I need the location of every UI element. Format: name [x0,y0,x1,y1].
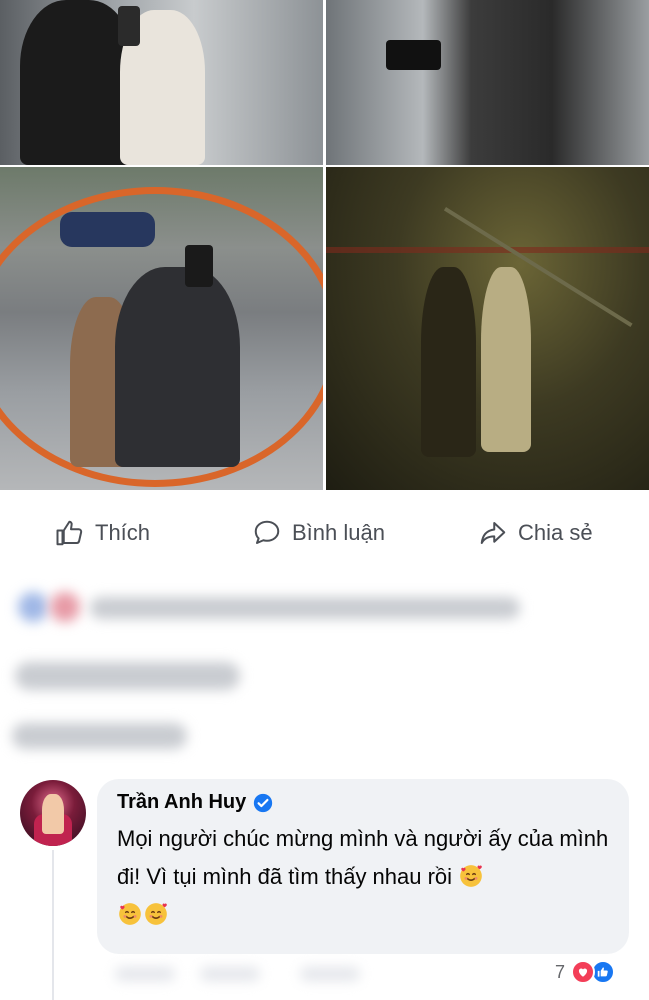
comment-bubble: Trần Anh Huy Mọi người chúc mừng mình và… [97,779,629,954]
verified-badge-icon [254,793,273,812]
bag-shape [386,40,441,70]
person-figure [481,267,531,452]
photo-3[interactable] [0,167,323,490]
person-figure [421,267,476,457]
wall-stripe [326,247,649,253]
blurred-comment [90,597,520,619]
avatar[interactable] [20,780,86,846]
comment-label: Bình luận [292,520,385,545]
blurred-action-link [115,967,175,981]
comment-button[interactable]: Bình luận [252,518,385,548]
comment-header: Trần Anh Huy [117,791,609,814]
blurred-comment [12,723,187,749]
blurred-comment [15,662,240,690]
photo-2[interactable] [326,0,649,165]
blurred-avatar [18,592,48,622]
comment-body: Mọi người chúc mừng mình và người ấy của… [117,826,609,889]
comment-author[interactable]: Trần Anh Huy [117,791,246,814]
thumbs-up-icon [56,520,83,546]
reaction-count: 7 [555,961,566,982]
smiling-face-with-hearts-icon [119,903,141,925]
photo-4[interactable] [326,167,649,490]
phone-shape [118,6,140,46]
phone-shape [185,245,213,287]
post-photo-grid [0,0,649,490]
photo-1[interactable] [0,0,323,165]
share-button[interactable]: Chia sẻ [478,518,593,548]
smiling-face-with-hearts-icon [460,865,483,887]
person-figure [115,267,240,467]
share-label: Chia sẻ [518,520,593,545]
post-action-bar: Thích Bình luận Chia sẻ [0,490,649,590]
love-reaction-icon [571,960,596,984]
blurred-avatar [50,592,80,622]
like-button[interactable]: Thích [55,518,150,548]
comment-text: Mọi người chúc mừng mình và người ấy của… [117,820,609,934]
avatar-face [42,794,64,834]
blurred-action-link [200,967,260,981]
comment-reactions[interactable]: 7 [555,960,616,984]
comment-icon [254,520,280,544]
like-label: Thích [95,520,151,545]
smiling-face-with-hearts-icon [145,903,167,925]
share-arrow-icon [480,522,506,544]
blurred-action-link [300,967,360,981]
thread-line [52,850,54,1000]
